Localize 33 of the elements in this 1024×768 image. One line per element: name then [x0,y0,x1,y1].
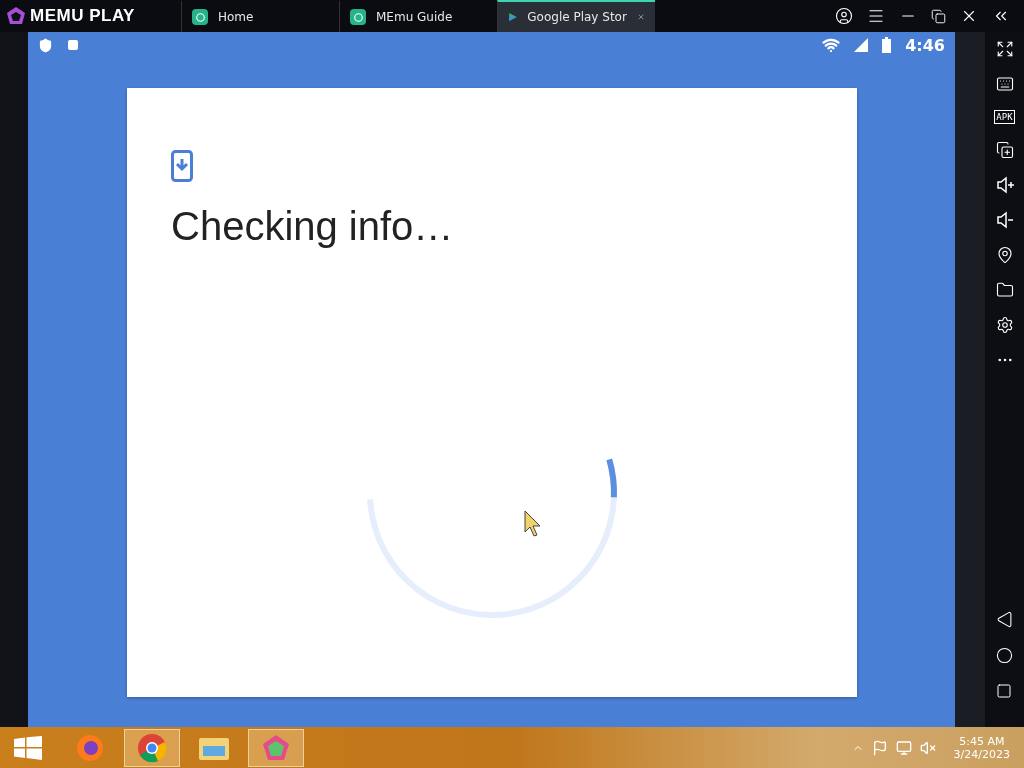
shield-icon [38,37,53,53]
tab[interactable]: Google Play Stor [497,0,655,32]
chrome-icon [137,732,167,763]
menu-icon[interactable] [867,7,885,25]
multi-instance-icon[interactable] [995,141,1014,159]
volume-down-icon[interactable] [995,211,1014,229]
settings-icon[interactable] [995,316,1014,334]
home-icon[interactable] [996,647,1013,664]
apk-install-button[interactable]: APK [994,110,1015,124]
volume-up-icon[interactable] [995,176,1014,194]
clock-text: 4:46 [905,35,945,55]
taskbar-button[interactable] [124,728,180,767]
dialog-title: Checking info… [171,204,455,249]
app-logo-text: MEMU PLAY [30,6,135,26]
logo-icon [6,6,26,26]
keyboard-icon[interactable] [995,75,1014,93]
account-icon[interactable] [835,7,853,25]
battery-icon [882,37,892,53]
folder-icon[interactable] [995,281,1014,299]
back-icon[interactable] [996,611,1013,628]
app-icon [192,9,208,25]
notification-icon [67,39,79,51]
restore-icon[interactable] [931,8,946,24]
wifi-icon [822,36,841,54]
fullscreen-icon[interactable] [995,40,1014,58]
windows-start-icon[interactable] [14,735,42,760]
recents-icon[interactable] [996,683,1012,699]
firefox-icon [75,732,105,763]
app-icon [350,9,366,25]
pentagon-logo-icon [261,732,291,763]
signal-icon [854,38,869,52]
phone-download-icon [171,150,193,182]
location-icon[interactable] [995,246,1014,264]
